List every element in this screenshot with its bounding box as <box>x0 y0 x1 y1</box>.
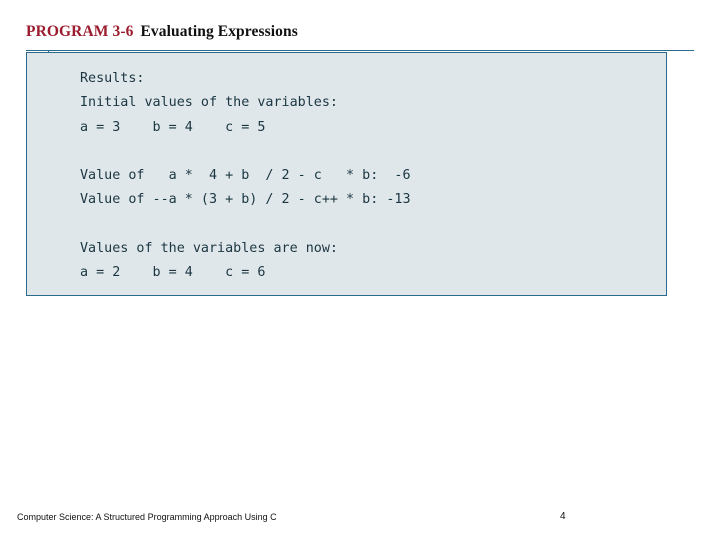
title-divider <box>26 50 694 51</box>
slide: PROGRAM 3-6 Evaluating Expressions Result… <box>0 0 720 540</box>
page-title-program: PROGRAM 3-6 <box>26 23 134 40</box>
footer-source: Computer Science: A Structured Programmi… <box>17 512 277 522</box>
page-title: PROGRAM 3-6 Evaluating Expressions <box>26 23 298 41</box>
page-title-subject: Evaluating Expressions <box>140 23 298 40</box>
code-output-panel: Results: Initial values of the variables… <box>26 52 667 296</box>
footer-page-number: 4 <box>560 511 566 522</box>
code-output-text: Results: Initial values of the variables… <box>80 71 411 281</box>
